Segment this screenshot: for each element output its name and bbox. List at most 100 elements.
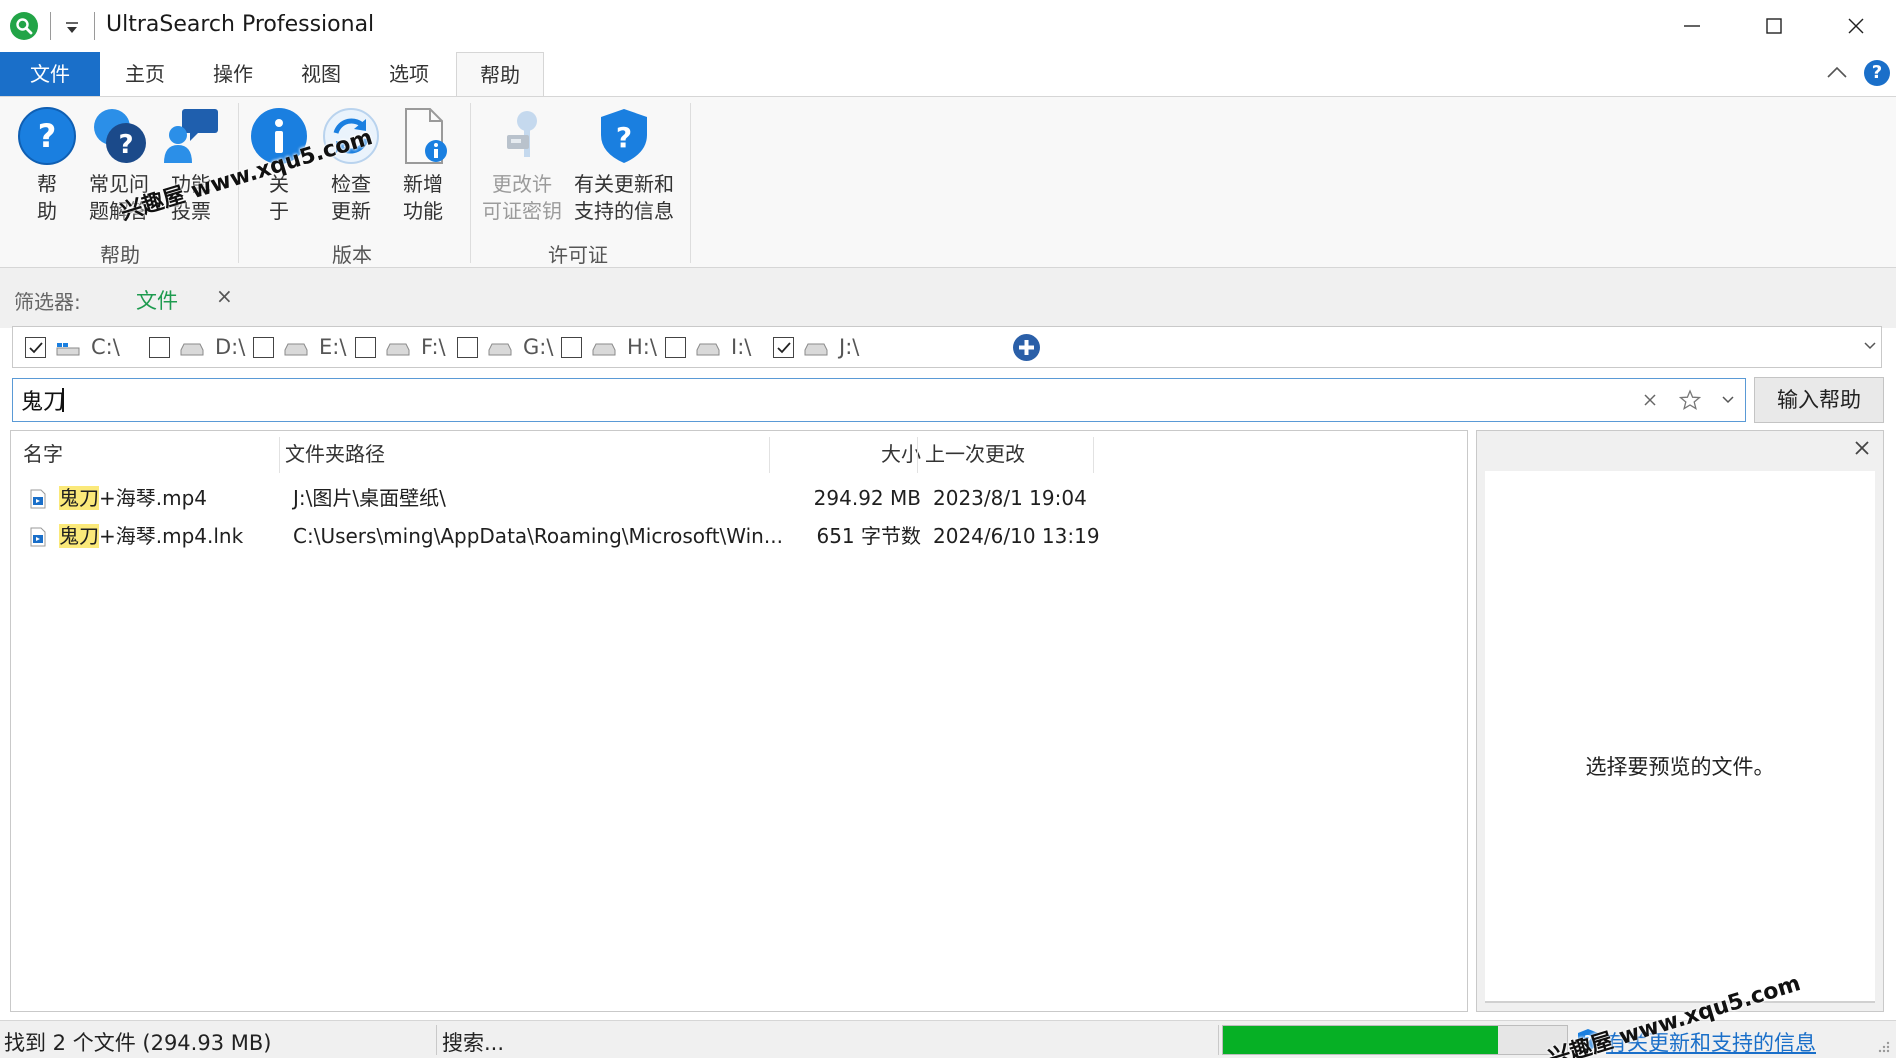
column-separator[interactable] — [769, 437, 770, 473]
maximize-icon — [1766, 18, 1782, 34]
minimize-button[interactable] — [1652, 0, 1732, 52]
new-features-button[interactable]: 新增 功能 — [388, 105, 458, 225]
feature-vote-icon — [160, 105, 222, 167]
close-button[interactable] — [1816, 0, 1896, 52]
chevron-down-icon[interactable] — [1863, 341, 1877, 351]
column-header-path[interactable]: 文件夹路径 — [285, 431, 765, 473]
group-separator — [470, 103, 471, 263]
row-path-cell: J:\图片\桌面壁纸\ — [293, 486, 446, 510]
hard-drive-icon — [488, 343, 512, 356]
help-label-line1: 帮 — [37, 172, 57, 196]
drive-d-checkbox[interactable] — [149, 337, 170, 358]
resize-grip-icon[interactable] — [1876, 1039, 1890, 1053]
preview-pane: 选择要预览的文件。 — [1476, 430, 1884, 1012]
check-update-label-line1: 检查 — [331, 172, 371, 196]
window-title: UltraSearch Professional — [106, 12, 375, 37]
drive-h-checkbox[interactable] — [561, 337, 582, 358]
ribbon-tab-bar: 文件 主页 操作 视图 选项 帮助 — [0, 52, 1896, 97]
change-license-label-line1: 更改许 — [492, 172, 552, 196]
drive-g-label: G:\ — [523, 335, 554, 359]
hard-drive-icon — [592, 343, 616, 356]
star-favorite-icon[interactable] — [1679, 389, 1701, 411]
help-icon[interactable]: ? — [1864, 60, 1890, 86]
row-name-rest: +海琴.mp4.lnk — [99, 524, 244, 548]
tab-actions[interactable]: 操作 — [192, 52, 274, 96]
preview-message: 选择要预览的文件。 — [1585, 755, 1775, 779]
tab-home[interactable]: 主页 — [104, 52, 186, 96]
change-license-label-line2: 可证密钥 — [482, 199, 562, 223]
help-question-icon: ? — [16, 105, 78, 167]
help-button[interactable]: ? 帮 助 — [12, 105, 82, 225]
svg-text:?: ? — [616, 121, 632, 154]
maximize-button[interactable] — [1734, 0, 1814, 52]
tab-help[interactable]: 帮助 — [456, 52, 544, 97]
check-update-label-line2: 更新 — [331, 199, 371, 223]
hard-drive-icon — [180, 343, 204, 356]
drive-j-checkbox[interactable] — [773, 337, 794, 358]
hard-drive-icon — [284, 343, 308, 356]
drive-f-label: F:\ — [421, 335, 446, 359]
row-path-cell: C:\Users\ming\AppData\Roaming\Microsoft\… — [293, 524, 783, 548]
match-highlight: 鬼刀 — [59, 524, 99, 548]
filter-bar: 筛选器: 文件 × — [0, 268, 1896, 328]
filter-clear-button[interactable]: × — [216, 284, 233, 308]
ribbon-panel: ? 帮 助 ? 常见问 题解答 功能 投票 帮助 关 于 检查 更新 新增 功能… — [0, 96, 1896, 268]
close-preview-icon[interactable] — [1853, 439, 1871, 457]
group-label-version: 版本 — [332, 243, 372, 267]
system-drive-icon — [56, 343, 80, 356]
drive-e-checkbox[interactable] — [253, 337, 274, 358]
match-highlight: 鬼刀 — [59, 486, 99, 510]
row-modified-cell: 2024/6/10 13:19 — [933, 524, 1100, 548]
tab-file[interactable]: 文件 — [0, 52, 100, 96]
column-header-name[interactable]: 名字 — [23, 431, 283, 473]
group-separator — [690, 103, 691, 263]
group-label-help: 帮助 — [100, 243, 140, 267]
close-icon — [1848, 18, 1864, 34]
svg-text:?: ? — [38, 117, 57, 155]
quick-access-dropdown-icon[interactable] — [64, 20, 80, 36]
column-header-size[interactable]: 大小 — [773, 431, 921, 473]
search-progress-bar — [1222, 1025, 1568, 1055]
search-history-chevron-icon[interactable] — [1721, 395, 1735, 405]
row-name-cell: 鬼刀+海琴.mp4 — [59, 479, 207, 517]
input-help-button[interactable]: 输入帮助 — [1754, 377, 1884, 423]
drive-c-checkbox[interactable] — [25, 337, 46, 358]
drive-d-label: D:\ — [215, 335, 246, 359]
row-modified-cell: 2023/8/1 19:04 — [933, 486, 1087, 510]
drive-i-checkbox[interactable] — [665, 337, 686, 358]
drive-i-label: I:\ — [731, 335, 752, 359]
hard-drive-icon — [386, 343, 410, 356]
document-info-icon — [392, 105, 454, 167]
filter-value[interactable]: 文件 — [136, 285, 178, 315]
drive-g-checkbox[interactable] — [457, 337, 478, 358]
column-separator[interactable] — [1093, 437, 1094, 473]
status-separator — [436, 1025, 437, 1055]
tab-view[interactable]: 视图 — [280, 52, 362, 96]
column-separator[interactable] — [917, 437, 918, 473]
preview-content: 选择要预览的文件。 — [1485, 471, 1875, 1003]
clear-search-icon[interactable] — [1643, 393, 1657, 407]
drive-h-label: H:\ — [627, 335, 657, 359]
text-caret — [62, 388, 64, 412]
table-row[interactable]: 鬼刀+海琴.mp4.lnk C:\Users\ming\AppData\Roam… — [11, 517, 1467, 555]
column-header-modified[interactable]: 上一次更改 — [925, 431, 1095, 473]
table-row[interactable]: 鬼刀+海琴.mp4 J:\图片\桌面壁纸\ 294.92 MB 2023/8/1… — [11, 479, 1467, 517]
title-separator — [50, 12, 51, 40]
row-name-cell: 鬼刀+海琴.mp4.lnk — [59, 517, 243, 555]
drive-f-checkbox[interactable] — [355, 337, 376, 358]
add-drive-plus-icon[interactable] — [1013, 334, 1040, 361]
search-input[interactable] — [21, 383, 1621, 417]
collapse-ribbon-icon[interactable] — [1826, 64, 1848, 80]
video-file-icon — [30, 489, 46, 509]
search-field[interactable] — [12, 378, 1746, 422]
hard-drive-icon — [696, 343, 720, 356]
column-separator[interactable] — [279, 437, 280, 473]
change-license-key-button[interactable]: 更改许 可证密钥 — [482, 105, 562, 225]
app-logo-icon[interactable] — [10, 12, 38, 40]
about-label-line2: 于 — [269, 199, 289, 223]
update-support-info-button[interactable]: ? 有关更新和 支持的信息 — [570, 105, 678, 225]
tab-options[interactable]: 选项 — [368, 52, 450, 96]
update-support-label-line2: 支持的信息 — [574, 199, 674, 223]
row-size-cell: 294.92 MB — [813, 486, 921, 510]
row-name-rest: +海琴.mp4 — [99, 486, 208, 510]
